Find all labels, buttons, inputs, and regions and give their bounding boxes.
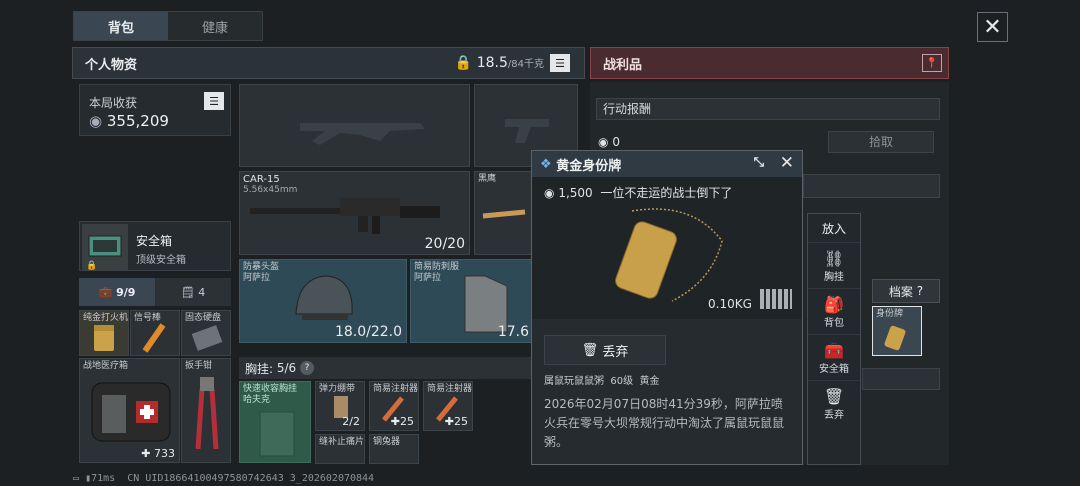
discard-button[interactable]: 🗑 丢弃 <box>544 335 666 365</box>
coin-icon: ◉ <box>598 135 609 149</box>
safebox-desc: 顶级安全箱 <box>136 255 186 266</box>
help-icon: ? <box>916 284 924 298</box>
popup-price: ◉ 1,500 一位不走运的战士倒下了 <box>544 186 733 200</box>
rig-item-syringe-1[interactable]: 简易注射器 ✚25 <box>369 381 419 431</box>
weapon-car15[interactable]: CAR-15 5.56x45mm 20/20 <box>239 171 470 255</box>
trash-icon: 🗑 <box>581 342 599 358</box>
safebox-panel[interactable]: 🔒 安全箱 顶级安全箱 <box>79 221 231 271</box>
put-into-chest-rig[interactable]: ⛓ 胸挂 <box>808 242 860 288</box>
collapse-icon[interactable]: ⤡ <box>754 155 764 170</box>
primary-weapon-slot-empty[interactable] <box>239 84 470 167</box>
close-icon[interactable]: ✕ <box>780 153 794 173</box>
backpack-icon: 🎒 <box>824 294 844 314</box>
diamond-icon: ❖ <box>540 156 552 172</box>
rig-item-painkiller[interactable]: 缝补止痛片 <box>315 434 365 464</box>
safebox-name: 安全箱 <box>136 234 173 248</box>
item-field-medkit[interactable]: 战地医疗箱 ✚ 733 <box>79 358 180 463</box>
weapon-name: CAR-15 <box>243 174 280 185</box>
loot-title: 战利品 <box>603 57 643 73</box>
item-gold-lighter[interactable]: 纯金打火机 <box>79 310 129 356</box>
coin-icon: ◉ <box>544 186 555 200</box>
archive-dogtag-item[interactable]: 身份牌 <box>872 306 922 356</box>
trash-icon: 🗑 <box>823 386 845 406</box>
location-pin-button[interactable]: 📍 <box>922 54 942 72</box>
weight-readout: 🔒 18.5/84千克 <box>454 55 544 71</box>
weapon-ammo: 5.56x45mm <box>243 185 298 195</box>
ammo-slot[interactable]: 黑鹰 <box>474 171 534 255</box>
earnings-value: ◉ 355,209 <box>89 112 169 130</box>
close-button[interactable]: ✕ <box>977 12 1008 42</box>
status-bar: ▭ ▮71ms CN UID18664100497580742643 3_202… <box>73 473 375 484</box>
action-discard[interactable]: 🗑 丢弃 <box>808 380 860 426</box>
safebox-icon: 🔒 <box>82 224 128 270</box>
popup-weight: 0.10KG <box>708 297 752 311</box>
lock-icon: 🔒 <box>454 55 473 71</box>
put-into-safebox[interactable]: 🧰 安全箱 <box>808 334 860 380</box>
put-into-menu: 放入 ⛓ 胸挂 🎒 背包 🧰 安全箱 🗑 丢弃 <box>807 213 861 465</box>
popup-title: 黄金身份牌 <box>556 158 622 174</box>
safebox-icon: 🧰 <box>824 340 844 360</box>
tab-backpack[interactable]: 背包 <box>74 12 168 40</box>
item-flare-stick[interactable]: 信号棒 <box>130 310 180 356</box>
item-ssd[interactable]: 固态硬盘 <box>181 310 231 356</box>
medkit-count: ✚ 733 <box>141 447 175 460</box>
archive-tab[interactable]: 档案 ? <box>872 279 940 303</box>
container-grid: 纯金打火机 信号棒 固态硬盘 战地医疗箱 ✚ 733 扳手钳 <box>79 310 231 463</box>
put-into-title: 放入 <box>821 221 846 236</box>
earnings-list-button[interactable]: ☰ <box>204 92 224 110</box>
owner-info: 属鼠玩鼠鼠粥 60级 黄金 <box>544 376 660 387</box>
personal-supplies-title: 个人物资 <box>85 57 138 73</box>
coin-icon: ◉ <box>89 112 103 130</box>
rig-item-syringe-2[interactable]: 简易注射器 ✚25 <box>423 381 473 431</box>
reward-row: 行动报酬 <box>596 98 940 120</box>
list-view-button[interactable]: ☰ <box>550 54 570 72</box>
battery-icon: ▭ <box>73 473 80 484</box>
helmet-slot[interactable]: 防暴头盔 阿萨拉 18.0/22.0 <box>239 259 407 343</box>
put-into-backpack[interactable]: 🎒 背包 <box>808 288 860 334</box>
tab-container-items[interactable]: 💼 9/9 <box>79 278 155 306</box>
inventory-tabs: 💼 9/9 🗒 4 <box>79 278 231 306</box>
helmet-durability: 18.0/22.0 <box>334 324 402 340</box>
grid-size-icon <box>760 289 792 309</box>
loot-header: 战利品 📍 <box>590 47 949 79</box>
svg-text:🔒: 🔒 <box>86 260 97 270</box>
armor-durability: 17.6 <box>497 324 529 340</box>
rig-item-steel[interactable]: 钢兔器 <box>369 434 419 464</box>
popup-header: ❖ 黄金身份牌 ⤡ ✕ <box>532 151 802 177</box>
personal-supplies-header: 个人物资 🔒 18.5/84千克 ☰ <box>72 47 585 79</box>
close-icon: ✕ <box>983 14 1002 40</box>
loot-row-2 <box>862 368 940 390</box>
document-icon: 🗒 <box>180 285 195 299</box>
popup-description: 2026年02月07日08时41分39秒，阿萨拉喷火兵在零号大坝常规行动中淘汰了… <box>544 397 785 449</box>
tab-health[interactable]: 健康 <box>168 12 262 40</box>
vest-icon: ⛓ <box>823 248 845 268</box>
chest-rig-header: 胸挂: 5/6 ? <box>239 357 534 379</box>
rig-item-quick-rig[interactable]: 快速收容胸挂 哈夫克 <box>239 381 311 463</box>
tab-other-items[interactable]: 🗒 4 <box>155 278 231 306</box>
main-tabs: 背包 健康 <box>73 11 263 41</box>
dogtag-image <box>615 208 723 302</box>
reward-value: ◉ 0 <box>598 135 620 149</box>
pin-icon: 📍 <box>925 57 939 69</box>
armor-slot[interactable]: 简易防刺服 阿萨拉 17.6 <box>410 259 534 343</box>
item-detail-popup: ❖ 黄金身份牌 ⤡ ✕ ◉ 1,500 一位不走运的战士倒下了 0.10KG 🗑… <box>531 150 803 465</box>
loot-row <box>803 174 940 198</box>
pickup-button[interactable]: 拾取 <box>828 131 934 153</box>
item-pliers[interactable]: 扳手钳 <box>181 358 231 463</box>
earnings-panel: 本局收获 ◉ 355,209 ☰ <box>79 84 231 136</box>
briefcase-icon: 💼 <box>98 285 113 299</box>
help-icon[interactable]: ? <box>300 361 315 375</box>
earnings-label: 本局收获 <box>89 96 138 110</box>
rig-item-bandage[interactable]: 弹力绷带 2/2 <box>315 381 365 431</box>
weapon-ammo-count: 20/20 <box>424 236 465 252</box>
